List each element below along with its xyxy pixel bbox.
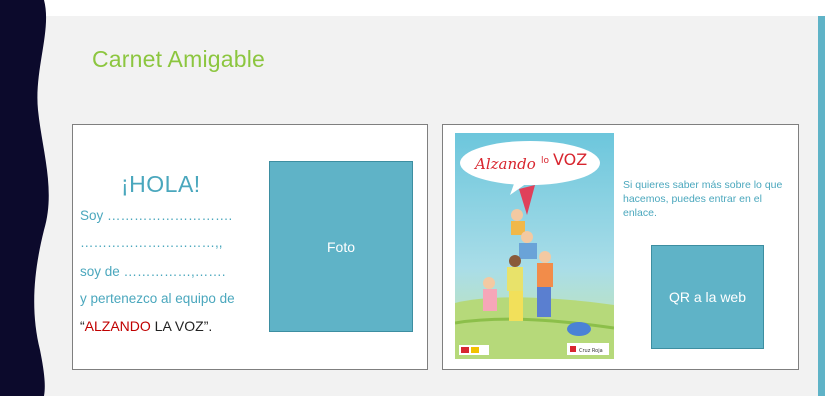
quote-close: ”. [203, 318, 213, 334]
team-name-line: “ALZANDO LA VOZ”. [80, 318, 212, 334]
poster-image: Alzando lo VOZ Cruz Roja [455, 133, 614, 359]
name-continuation-line: …………………………,, [80, 235, 223, 250]
poster-title-lo: lo [541, 156, 550, 166]
greeting-heading: ¡HOLA! [121, 171, 201, 197]
card-left: ¡HOLA! Soy ………………………. …………………………,, soy d… [72, 124, 428, 370]
slide-title: Carnet Amigable [92, 46, 266, 72]
poster-title-alzando: Alzando [473, 155, 536, 173]
poster-title-voz: VOZ [553, 150, 587, 169]
poster-logo-text: Cruz Roja [579, 348, 603, 354]
name-line: Soy ………………………. [80, 208, 233, 223]
photo-label: Foto [326, 238, 355, 255]
origin-line: soy de ……………,……. [80, 264, 226, 279]
wave-decoration [0, 0, 49, 396]
team-name-highlight: ALZANDO [84, 318, 151, 334]
photo-placeholder: Foto [269, 161, 413, 332]
qr-label: QR a la web [668, 289, 747, 305]
card-right: Alzando lo VOZ Cruz Roja Si quieres sabe… [442, 124, 799, 370]
team-intro-line: y pertenezco al equipo de [80, 291, 235, 306]
slide: Carnet Amigable ¡HOLA! Soy ………………………. ……… [0, 0, 825, 396]
team-name-rest: LA VOZ [150, 318, 204, 334]
right-accent-bar [818, 16, 825, 396]
info-text: Si quieres saber más sobre lo que hacemo… [623, 179, 783, 219]
qr-code-placeholder: QR a la web [651, 245, 764, 349]
